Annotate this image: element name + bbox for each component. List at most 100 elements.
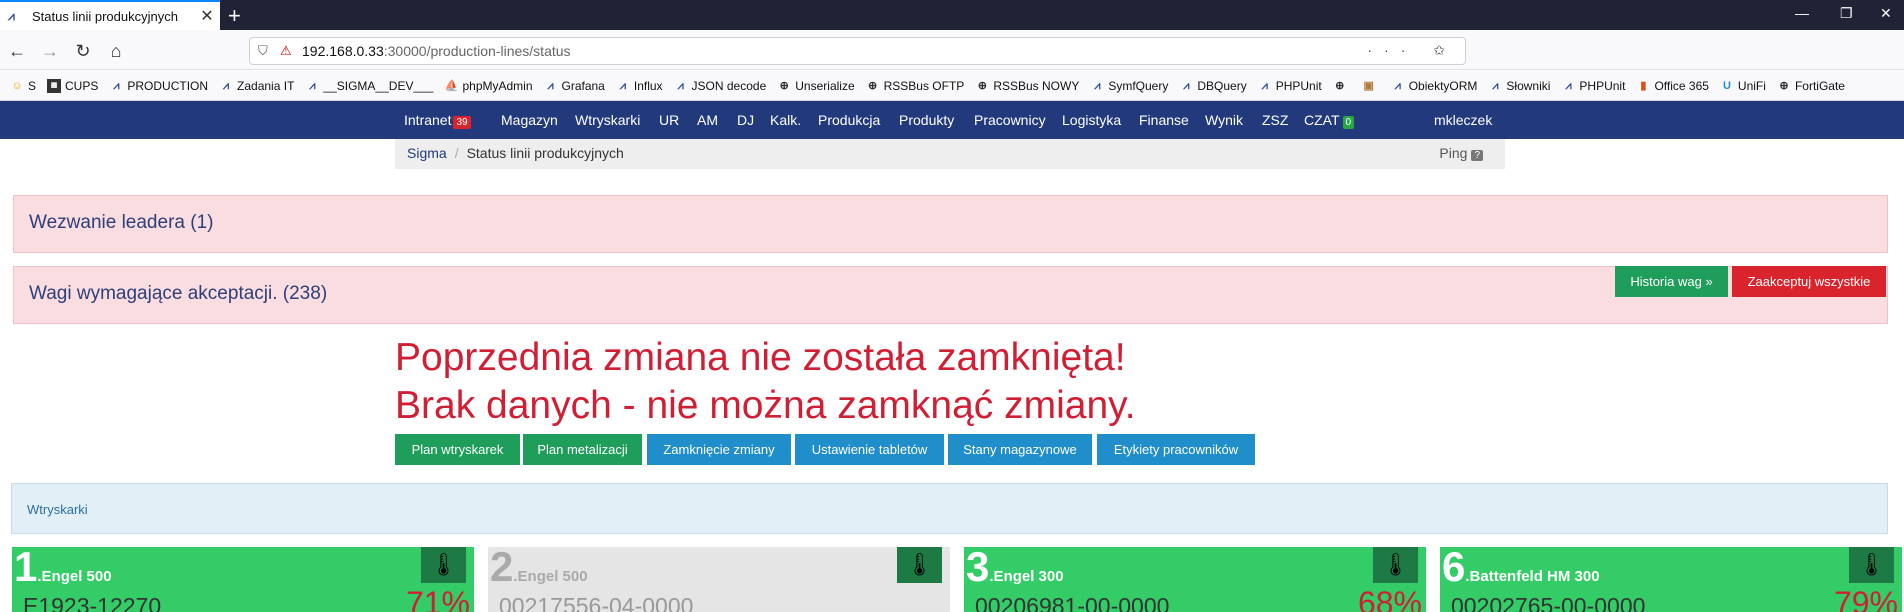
leader-alert-text: Wezwanie leadera (1) (29, 212, 214, 233)
thermometer-icon[interactable]: 🌡 (1849, 547, 1894, 583)
weights-history-button[interactable]: Historia wag » (1615, 266, 1728, 297)
bookmark-item[interactable]: ⛵ phpMyAdmin (444, 79, 533, 93)
nav-produkty[interactable]: Produkty (899, 112, 954, 128)
bookmark-item[interactable]: ⩘ Zadania IT (219, 79, 294, 93)
weights-alert-text: Wagi wymagające akceptacji. (238) (29, 283, 328, 304)
machine-card[interactable]: 3.Engel 300 🌡 00206981-00-0000 68% (964, 547, 1426, 612)
ping-badge: ? (1471, 150, 1483, 161)
bookmark-item[interactable]: ⩘ JSON decode (674, 79, 766, 93)
tab-bar: ⩘ Status linii produkcyjnych ✕ + — ❐ ✕ (0, 0, 1904, 30)
no-data-warning: Brak danych - nie można zamknąć zmiany. (395, 384, 1136, 427)
site-favicon-icon: ⩘ (8, 9, 15, 23)
machine-product-code: 00206981-00-0000 (975, 593, 1170, 612)
ping-status[interactable]: Ping? (1439, 145, 1483, 161)
bookmark-globe-icon[interactable]: ⊕ (1333, 79, 1351, 93)
bookmark-item[interactable]: ⊕ RSSBus OFTP (866, 79, 964, 93)
address-bar[interactable]: ⛉ ⚠ 192.168.0.33:30000/production-lines/… (249, 37, 1466, 65)
browser-tab[interactable]: ⩘ Status linii produkcyjnych ✕ (0, 0, 220, 30)
machine-name: .Engel 500 (513, 568, 588, 585)
machine-name: .Engel 500 (37, 568, 112, 585)
leader-alert: Wezwanie leadera (1) (13, 195, 1888, 253)
nav-kalk[interactable]: Kalk. (770, 112, 801, 128)
machine-card[interactable]: 2.Engel 500 🌡 00217556-04-0000 (488, 547, 950, 612)
bookmark-item[interactable]: ⩘ __SIGMA__DEV___ (305, 79, 433, 93)
machine-efficiency: 71% (405, 585, 470, 612)
page-actions-icon[interactable]: ··· ✩ (1367, 42, 1457, 59)
breadcrumb: Sigma / Status linii produkcyjnych Ping? (395, 139, 1505, 169)
nav-ur[interactable]: UR (659, 112, 679, 128)
machine-efficiency: 79% (1833, 585, 1898, 612)
thermometer-icon[interactable]: 🌡 (897, 547, 942, 583)
close-shift-button[interactable]: Zamknięcie zmiany (647, 434, 791, 465)
machine-card[interactable]: 6.Battenfeld HM 300 🌡 00202765-00-0000 7… (1440, 547, 1902, 612)
nav-pracownicy[interactable]: Pracownicy (974, 112, 1046, 128)
nav-czat[interactable]: CZAT 0 (1304, 112, 1355, 129)
metallization-plan-button[interactable]: Plan metalizacji (523, 434, 642, 465)
machine-number: 1.Engel 500 (14, 547, 112, 590)
bookmark-item[interactable]: ⩘ DBQuery (1179, 79, 1246, 93)
breadcrumb-current: Status linii produkcyjnych (466, 145, 624, 161)
tablet-settings-button[interactable]: Ustawienie tabletów (795, 434, 944, 465)
machine-number: 2.Engel 500 (490, 547, 588, 590)
bookmark-item[interactable]: ⊕ FortiGate (1777, 79, 1845, 93)
nav-wtryskarki[interactable]: Wtryskarki (575, 112, 640, 128)
bookmark-item[interactable]: ⊕ RSSBus NOWY (975, 79, 1080, 93)
machine-product-code: E1923-12270 (23, 593, 162, 612)
close-window-icon[interactable]: ✕ (1880, 5, 1892, 22)
minimize-icon[interactable]: — (1795, 5, 1809, 21)
shift-not-closed-warning: Poprzednia zmiana nie została zamknięta! (395, 336, 1126, 379)
nav-magazyn[interactable]: Magazyn (501, 112, 558, 128)
reload-icon[interactable]: ↻ (70, 38, 96, 64)
nav-finanse[interactable]: Finanse (1139, 112, 1189, 128)
nav-logistyka[interactable]: Logistyka (1062, 112, 1121, 128)
close-tab-icon[interactable]: ✕ (194, 6, 220, 26)
thermometer-icon[interactable]: 🌡 (1373, 547, 1418, 583)
bookmark-item[interactable]: ⩘ SymfQuery (1090, 79, 1168, 93)
home-icon[interactable]: ⌂ (103, 38, 129, 64)
machine-number: 6.Battenfeld HM 300 (1442, 547, 1600, 590)
section-title: Wtryskarki (27, 502, 88, 517)
bookmark-item[interactable]: ⩘ Influx (616, 79, 663, 93)
bookmark-item[interactable]: ▮ Office 365 (1636, 79, 1709, 93)
bookmark-item[interactable]: ⩘ Grafana (544, 79, 604, 93)
bookmark-item[interactable]: U UniFi (1720, 79, 1766, 93)
breadcrumb-separator: / (454, 145, 459, 161)
bookmarks-bar: ☺ S ▦ CUPS ⩘ PRODUCTION ⩘ Zadania IT ⩘ __SIGM… (0, 71, 1904, 101)
insecure-icon: ⚠ (280, 43, 292, 58)
nav-dj[interactable]: DJ (737, 112, 754, 128)
accept-all-button[interactable]: Zaakceptuj wszystkie (1732, 266, 1886, 297)
user-menu[interactable]: mkleczek (1434, 112, 1492, 128)
new-tab-icon[interactable]: + (228, 3, 241, 29)
bookmark-item[interactable]: ⊕ Unserialize (777, 79, 855, 93)
bookmark-item[interactable]: ☺ S (10, 79, 36, 93)
nav-produkcja[interactable]: Produkcja (818, 112, 880, 128)
nav-am[interactable]: AM (697, 112, 718, 128)
restore-icon[interactable]: ❐ (1840, 5, 1853, 22)
bookmark-item[interactable]: ▦ CUPS (47, 78, 98, 93)
nav-intranet[interactable]: Intranet 39 (404, 112, 471, 129)
bookmark-item[interactable]: ⩘ PRODUCTION (109, 79, 208, 93)
bookmark-item[interactable]: ⩘ ObiektyORM (1391, 79, 1478, 93)
breadcrumb-home[interactable]: Sigma (407, 145, 447, 161)
nav-zsz[interactable]: ZSZ (1262, 112, 1288, 128)
nav-wynik[interactable]: Wynik (1205, 112, 1243, 128)
back-icon[interactable]: ← (4, 38, 30, 64)
thermometer-icon[interactable]: 🌡 (421, 547, 466, 583)
bookmark-item[interactable]: ⩘ PHPUnit (1561, 79, 1625, 93)
bookmark-item[interactable]: ⩘ PHPUnit (1258, 79, 1322, 93)
injection-plan-button[interactable]: Plan wtryskarek (395, 434, 520, 465)
employee-labels-button[interactable]: Etykiety pracowników (1097, 434, 1255, 465)
machine-name: .Battenfeld HM 300 (1465, 568, 1600, 585)
machine-efficiency: 68% (1357, 585, 1422, 612)
stock-levels-button[interactable]: Stany magazynowe (948, 434, 1092, 465)
bookmark-folder-icon[interactable]: ▣ (1362, 79, 1380, 93)
url-path: :30000/production-lines/status (383, 43, 571, 59)
injection-machines-section: Wtryskarki (11, 483, 1888, 534)
machine-card[interactable]: 1.Engel 500 🌡 E1923-12270 71% (12, 547, 474, 612)
url-host: 192.168.0.33 (302, 43, 384, 59)
machine-product-code: 00202765-00-0000 (1451, 593, 1646, 612)
intranet-badge: 39 (453, 116, 471, 129)
forward-icon[interactable]: → (37, 38, 63, 64)
bookmark-item[interactable]: ⩘ Słowniki (1488, 79, 1550, 93)
machine-product-code: 00217556-04-0000 (499, 593, 694, 612)
